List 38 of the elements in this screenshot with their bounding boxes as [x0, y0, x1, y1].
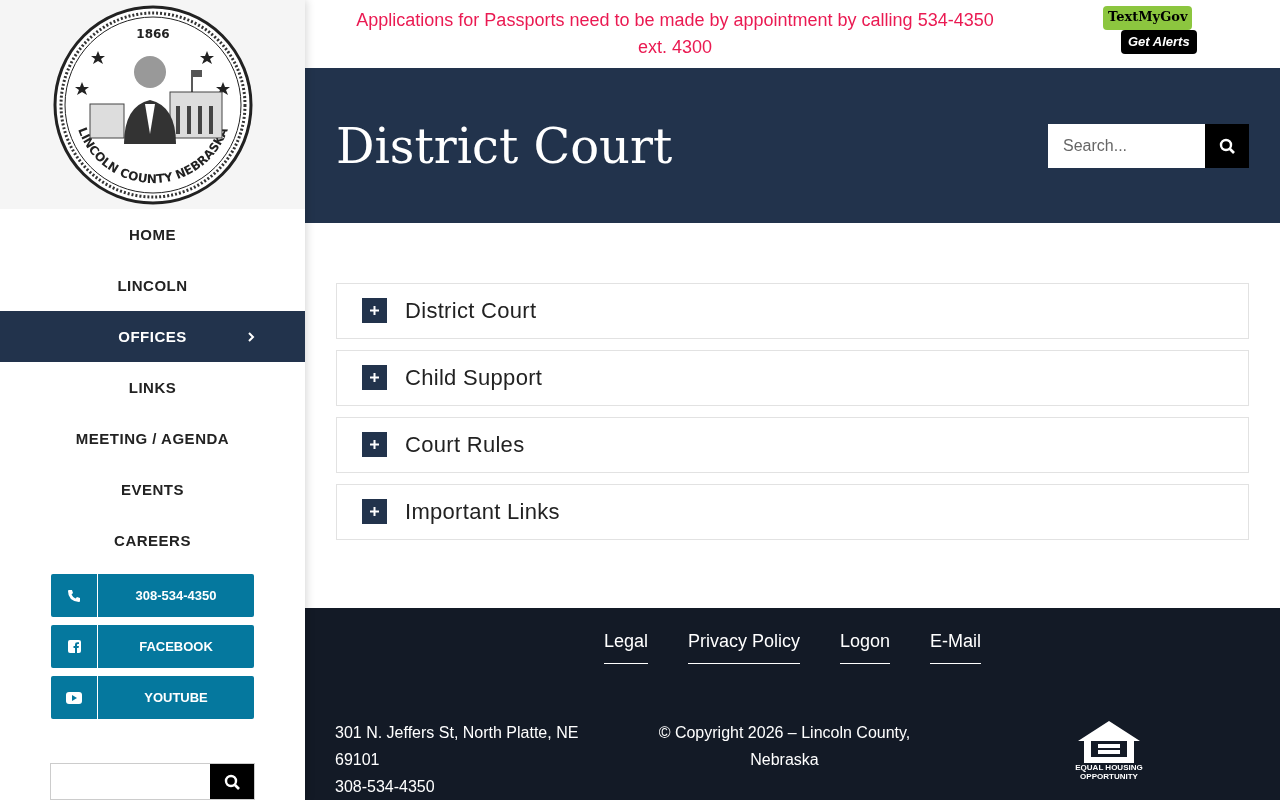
accordion-item[interactable]: Child Support	[336, 349, 1249, 406]
search-icon	[224, 773, 240, 790]
search-button[interactable]	[210, 764, 254, 799]
facebook-button[interactable]: FACEBOOK	[51, 625, 254, 669]
nav-item[interactable]: LINKS	[0, 362, 305, 414]
plus-icon	[362, 499, 387, 525]
search-button[interactable]	[1205, 123, 1249, 168]
accordion-item[interactable]: District Court	[336, 282, 1249, 339]
nav-item[interactable]: MEETING / AGENDA	[0, 413, 305, 465]
youtube-button[interactable]: YOUTUBE	[51, 676, 254, 720]
video-play-icon	[66, 691, 82, 704]
nav-item[interactable]: HOME	[0, 209, 305, 261]
text-alerts-badge[interactable]: TextMyGov Get Alerts	[1103, 6, 1197, 62]
plus-icon	[362, 298, 387, 324]
equal-housing-logo: EQUAL HOUSING OPPORTUNITY	[1064, 719, 1154, 800]
accordion-item[interactable]: Court Rules	[336, 416, 1249, 473]
plus-icon	[362, 365, 387, 391]
plus-icon	[362, 432, 387, 458]
page-title: District Court	[336, 116, 673, 176]
nav-item[interactable]: EVENTS	[0, 464, 305, 516]
search-icon	[1219, 137, 1235, 154]
passport-notice: Applications for Passports need to be made by appointment by calling 534-4350 ext. 4300	[355, 9, 995, 60]
nav-item[interactable]: OFFICES	[0, 311, 305, 363]
search-field[interactable]	[50, 763, 255, 800]
footer-link[interactable]: Privacy Policy	[687, 628, 800, 664]
search-field[interactable]: Search...	[1048, 123, 1205, 168]
nav-item[interactable]: LINCOLN	[0, 260, 305, 312]
address-text: 301 N. Jeffers St, North Platte, NE 69101	[335, 723, 580, 770]
accordion-item[interactable]: Important Links	[336, 483, 1249, 540]
footer-link[interactable]: E-Mail	[930, 628, 982, 664]
address-text: 308-534-4350	[335, 777, 436, 797]
facebook-icon	[67, 640, 81, 654]
nav-item[interactable]: CAREERS	[0, 515, 305, 567]
phone-button[interactable]: 308-534-4350	[51, 574, 254, 618]
phone-icon	[67, 588, 81, 603]
footer-link[interactable]: Logon	[840, 628, 891, 664]
copyright-text: © Copyright 2026 – Lincoln County, Nebraska	[657, 723, 912, 770]
footer-link[interactable]: Legal	[603, 628, 648, 664]
